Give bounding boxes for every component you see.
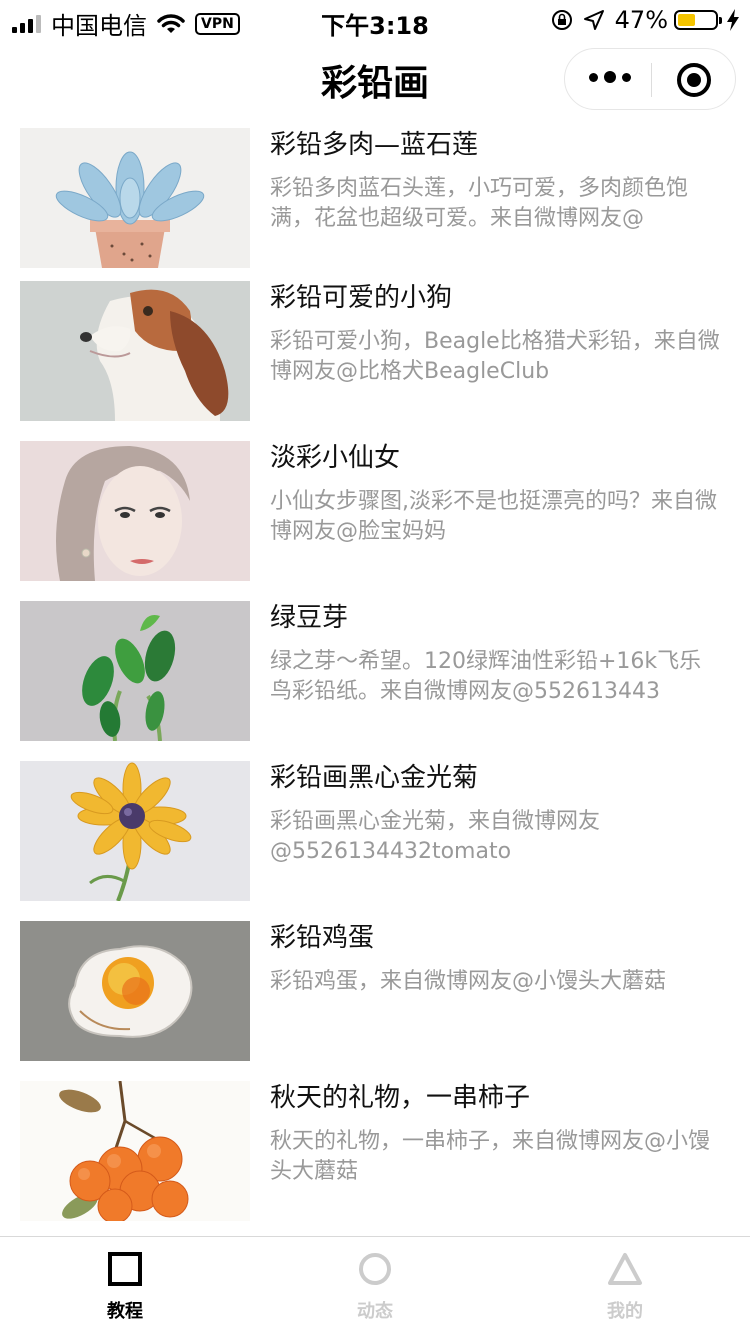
list-item[interactable]: 淡彩小仙女 小仙女步骤图,淡彩不是也挺漂亮的吗？来自微博网友@脸宝妈妈 (20, 441, 730, 581)
tab-mine[interactable]: 我的 (500, 1237, 750, 1335)
tab-tutorial[interactable]: 教程 (0, 1237, 250, 1335)
square-icon (108, 1252, 142, 1286)
status-right: 47% (551, 6, 740, 34)
tab-label: 我的 (607, 1301, 643, 1322)
item-title: 绿豆芽 (270, 603, 349, 633)
list-item[interactable]: 彩铅可爱的小狗 彩铅可爱小狗，Beagle比格猎犬彩铅，来自微博网友@比格犬Be… (20, 281, 730, 421)
close-mini-program-icon[interactable] (677, 63, 711, 97)
item-thumbnail (20, 921, 250, 1061)
battery-fill (678, 14, 695, 26)
battery-icon (674, 10, 722, 30)
item-description: 秋天的礼物，一串柿子，来自微博网友@小馒头大蘑菇 (270, 1129, 711, 1184)
location-icon (583, 10, 604, 30)
item-thumbnail (20, 601, 250, 741)
triangle-icon (608, 1253, 642, 1285)
list-item[interactable]: 彩铅多肉—蓝石莲 彩铅多肉蓝石头莲，小巧可爱，多肉颜色饱满，花盆也超级可爱。来自… (20, 128, 730, 268)
list-item[interactable]: 彩铅鸡蛋 彩铅鸡蛋，来自微博网友@小馒头大蘑菇 (20, 921, 730, 1061)
item-thumbnail (20, 128, 250, 268)
item-description: 绿之芽～希望。120绿辉油性彩铅+16k飞乐鸟彩铅纸。来自微博网友@552613… (270, 649, 702, 704)
list-item[interactable]: 彩铅画黑心金光菊 彩铅画黑心金光菊，来自微博网友@5526134432tomat… (20, 761, 730, 901)
item-thumbnail (20, 1081, 250, 1221)
tab-bar: 教程 动态 我的 (0, 1236, 750, 1334)
list-item[interactable]: 绿豆芽 绿之芽～希望。120绿辉油性彩铅+16k飞乐鸟彩铅纸。来自微博网友@55… (20, 601, 730, 741)
item-thumbnail (20, 441, 250, 581)
item-description: 彩铅画黑心金光菊，来自微博网友@5526134432tomato (270, 809, 601, 864)
capsule-divider (651, 63, 652, 97)
tab-label: 动态 (357, 1301, 393, 1322)
item-title: 秋天的礼物，一串柿子 (270, 1083, 531, 1113)
mini-program-capsule (564, 48, 736, 110)
item-description: 彩铅多肉蓝石头莲，小巧可爱，多肉颜色饱满，花盆也超级可爱。来自微博网友@ (270, 176, 689, 231)
tab-label: 教程 (107, 1301, 143, 1322)
item-description: 彩铅可爱小狗，Beagle比格猎犬彩铅，来自微博网友@比格犬BeagleClub (270, 329, 720, 384)
item-title: 彩铅可爱的小狗 (270, 283, 453, 313)
item-thumbnail (20, 281, 250, 421)
status-bar: 中国电信 VPN 下午3:18 47% (0, 0, 750, 40)
item-description: 彩铅鸡蛋，来自微博网友@小馒头大蘑菇 (270, 969, 667, 994)
rotation-lock-icon (551, 10, 572, 30)
charging-icon (727, 9, 739, 31)
list-item[interactable]: 秋天的礼物，一串柿子 秋天的礼物，一串柿子，来自微博网友@小馒头大蘑菇 (20, 1081, 730, 1221)
item-description: 小仙女步骤图,淡彩不是也挺漂亮的吗？来自微博网友@脸宝妈妈 (270, 489, 717, 544)
item-title: 淡彩小仙女 (270, 443, 401, 473)
tutorial-list[interactable]: 彩铅多肉—蓝石莲 彩铅多肉蓝石头莲，小巧可爱，多肉颜色饱满，花盆也超级可爱。来自… (0, 124, 750, 1236)
item-title: 彩铅鸡蛋 (270, 923, 375, 953)
battery-percent: 47% (614, 6, 668, 34)
circle-icon (359, 1253, 391, 1285)
navigation-bar: 彩铅画 (0, 40, 750, 124)
more-icon[interactable] (589, 71, 631, 83)
item-title: 彩铅画黑心金光菊 (270, 763, 479, 793)
item-thumbnail (20, 761, 250, 901)
item-title: 彩铅多肉—蓝石莲 (270, 130, 479, 160)
tab-activity[interactable]: 动态 (250, 1237, 500, 1335)
